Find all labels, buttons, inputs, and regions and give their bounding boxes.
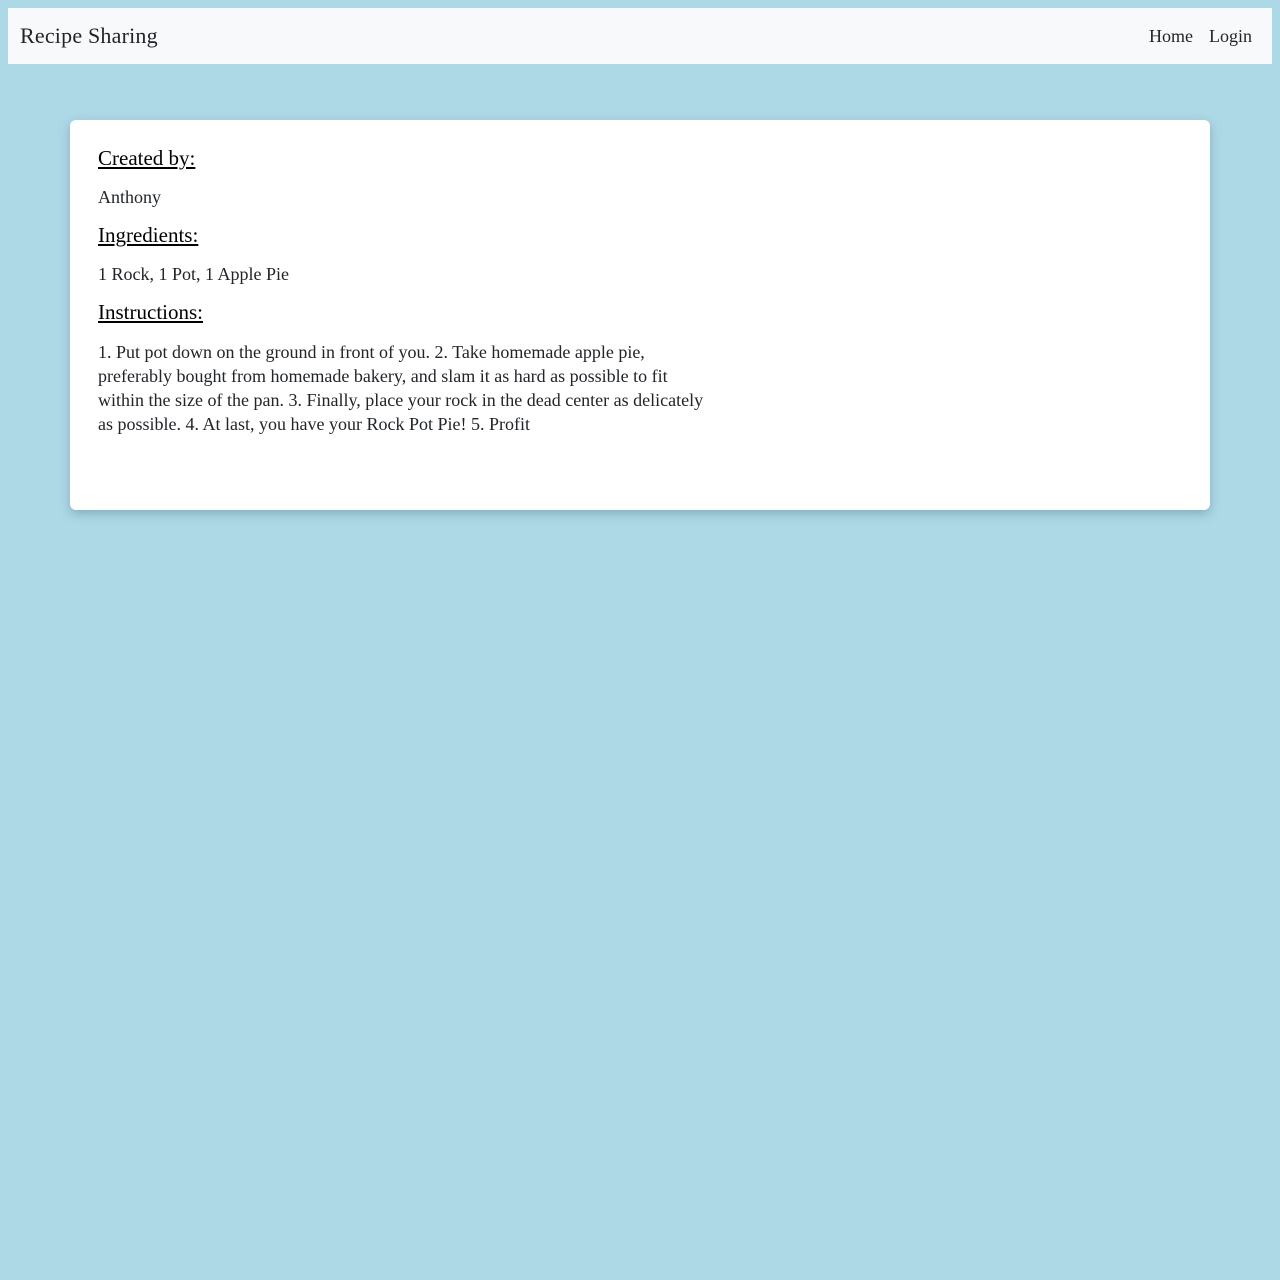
recipe-card: Created by: Anthony Ingredients: 1 Rock,… bbox=[70, 120, 1210, 510]
instructions-text: 1. Put pot down on the ground in front o… bbox=[98, 341, 704, 434]
navbar: Recipe Sharing Home Login bbox=[8, 8, 1272, 64]
ingredients-text: 1 Rock, 1 Pot, 1 Apple Pie bbox=[98, 264, 290, 285]
author-name: Anthony bbox=[98, 187, 161, 208]
nav-link-login[interactable]: Login bbox=[1209, 26, 1252, 47]
recipe-content: Created by: Anthony Ingredients: 1 Rock,… bbox=[98, 146, 712, 436]
nav-link-home[interactable]: Home bbox=[1149, 26, 1193, 47]
brand-link[interactable]: Recipe Sharing bbox=[20, 23, 158, 49]
nav-links: Home Login bbox=[1149, 26, 1260, 47]
instructions-heading: Instructions: bbox=[98, 300, 203, 325]
created-by-heading: Created by: bbox=[98, 146, 196, 170]
ingredients-heading: Ingredients: bbox=[98, 223, 199, 248]
